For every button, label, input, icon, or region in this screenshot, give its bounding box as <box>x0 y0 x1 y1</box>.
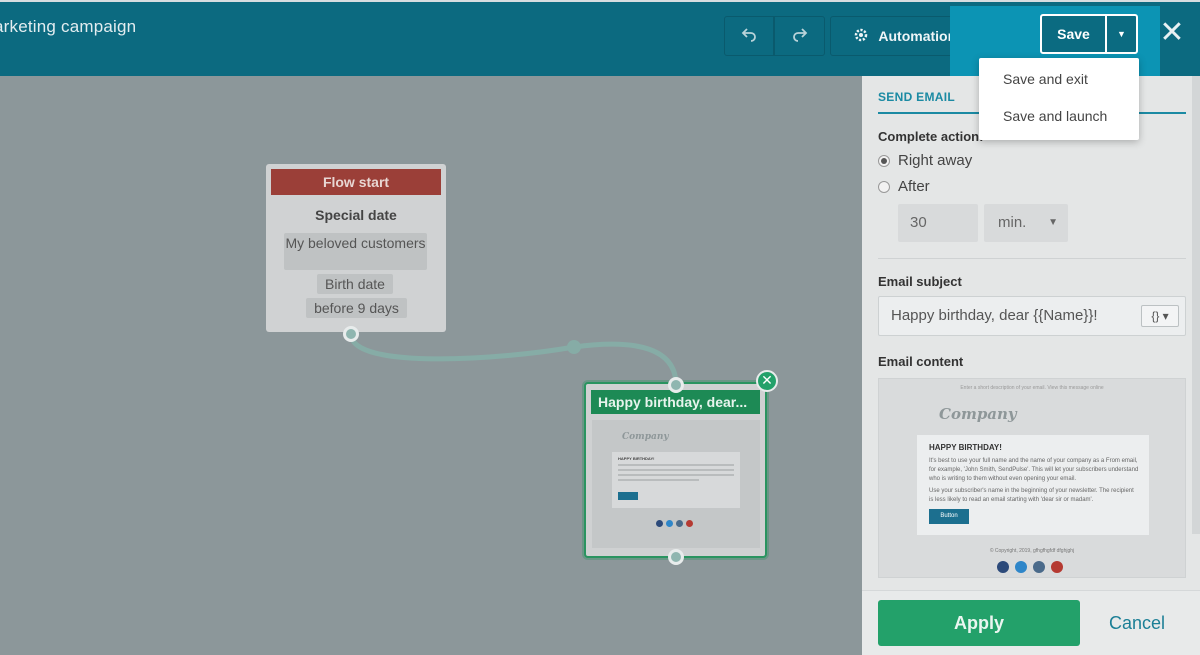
date-field-tag: Birth date <box>317 274 393 294</box>
cancel-button[interactable]: Cancel <box>1109 613 1165 634</box>
send-email-node[interactable]: Happy birthday, dear... Company HAPPY BI… <box>584 382 767 558</box>
redo-icon <box>792 26 808 47</box>
flow-start-output-port[interactable] <box>343 326 359 342</box>
panel-section-title: SEND EMAIL <box>878 90 956 104</box>
timing-tag: before 9 days <box>306 298 407 318</box>
delay-unit-value: min. <box>998 214 1027 231</box>
undo-button[interactable] <box>724 16 774 56</box>
panel-scrollbar[interactable] <box>1192 76 1200 534</box>
close-icon[interactable]: ✕ <box>1158 16 1186 50</box>
radio-selected-icon[interactable] <box>878 154 890 167</box>
insert-variable-button[interactable]: {} ▾ <box>1141 305 1179 327</box>
save-button[interactable]: Save <box>1040 14 1107 54</box>
chevron-down-icon: ▼ <box>1048 217 1058 228</box>
preview-heading: HAPPY BIRTHDAY! <box>929 443 1002 452</box>
delay-value-input[interactable]: 30 <box>898 204 978 242</box>
menu-item-save-and-launch[interactable]: Save and launch <box>979 105 1139 142</box>
preview-button: Button <box>929 509 969 524</box>
flow-start-header: Flow start <box>271 169 441 195</box>
variables-label: {} <box>1151 309 1160 323</box>
flow-start-title: Special date <box>315 207 397 223</box>
divider <box>878 258 1186 259</box>
undo-icon <box>741 26 757 47</box>
segment-tag: My beloved customers <box>284 233 427 270</box>
email-subject-label: Email subject <box>878 274 962 289</box>
menu-item-save-and-exit[interactable]: Save and exit <box>979 68 1139 105</box>
chevron-down-icon: ▼ <box>1117 29 1126 39</box>
mini-button <box>618 492 638 500</box>
preview-social-icons <box>997 561 1063 573</box>
preview-paragraph-2: Use your subscriber's name in the beginn… <box>929 488 1134 503</box>
apply-button[interactable]: Apply <box>878 600 1080 646</box>
gear-icon <box>854 28 868 45</box>
send-email-panel: SEND EMAIL Complete action: Right away A… <box>862 76 1200 655</box>
mini-social-icons <box>656 520 693 527</box>
email-node-header: Happy birthday, dear... <box>591 390 760 414</box>
panel-body: SEND EMAIL Complete action: Right away A… <box>862 76 1200 590</box>
option-right-away[interactable]: Right away <box>878 152 972 169</box>
complete-action-label: Complete action: <box>878 129 984 144</box>
mini-card: HAPPY BIRTHDAY! <box>612 452 740 508</box>
option-label: After <box>898 178 930 195</box>
facebook-icon <box>997 561 1009 573</box>
save-options-toggle[interactable]: ▼ <box>1106 14 1138 54</box>
email-node-preview: Company HAPPY BIRTHDAY! <box>592 420 760 548</box>
preview-top-line: Enter a short description of your email.… <box>960 385 1104 391</box>
option-after[interactable]: After <box>878 178 930 195</box>
option-label: Right away <box>898 152 973 169</box>
email-content-label: Email content <box>878 354 964 369</box>
twitter-icon <box>1015 561 1027 573</box>
radio-icon[interactable] <box>878 180 890 193</box>
email-content-preview[interactable]: Enter a short description of your email.… <box>878 378 1186 578</box>
email-subject-input[interactable]: Happy birthday, dear {{Name}}! {} ▾ <box>878 296 1186 336</box>
youtube-icon <box>1051 561 1063 573</box>
email-node-output-port[interactable] <box>668 549 684 565</box>
delay-unit-select[interactable]: min. ▼ <box>984 204 1068 242</box>
preview-card: HAPPY BIRTHDAY! It's best to use your fu… <box>917 435 1149 535</box>
save-dropdown-menu: Save and exit Save and launch <box>979 58 1139 140</box>
redo-button[interactable] <box>774 16 825 56</box>
campaign-title: arketing campaign <box>0 17 137 36</box>
vk-icon <box>1033 561 1045 573</box>
mini-heading: HAPPY BIRTHDAY! <box>618 456 655 461</box>
mini-text-lines <box>618 464 734 484</box>
preview-copyright: © Copyright, 2019, gfhgfhgfdf dfghjghj <box>989 548 1075 554</box>
mini-logo: Company <box>622 432 669 442</box>
preview-logo: Company <box>939 405 1017 423</box>
email-node-input-port[interactable] <box>668 377 684 393</box>
subject-value: Happy birthday, dear {{Name}}! <box>891 307 1098 324</box>
remove-node-icon[interactable]: ✕ <box>756 370 778 392</box>
preview-paragraphs: It's best to use your full name and the … <box>929 457 1139 505</box>
preview-paragraph-1: It's best to use your full name and the … <box>929 458 1139 482</box>
flow-start-node[interactable]: Flow start Special date My beloved custo… <box>266 164 446 332</box>
panel-footer: Apply Cancel <box>862 590 1200 655</box>
